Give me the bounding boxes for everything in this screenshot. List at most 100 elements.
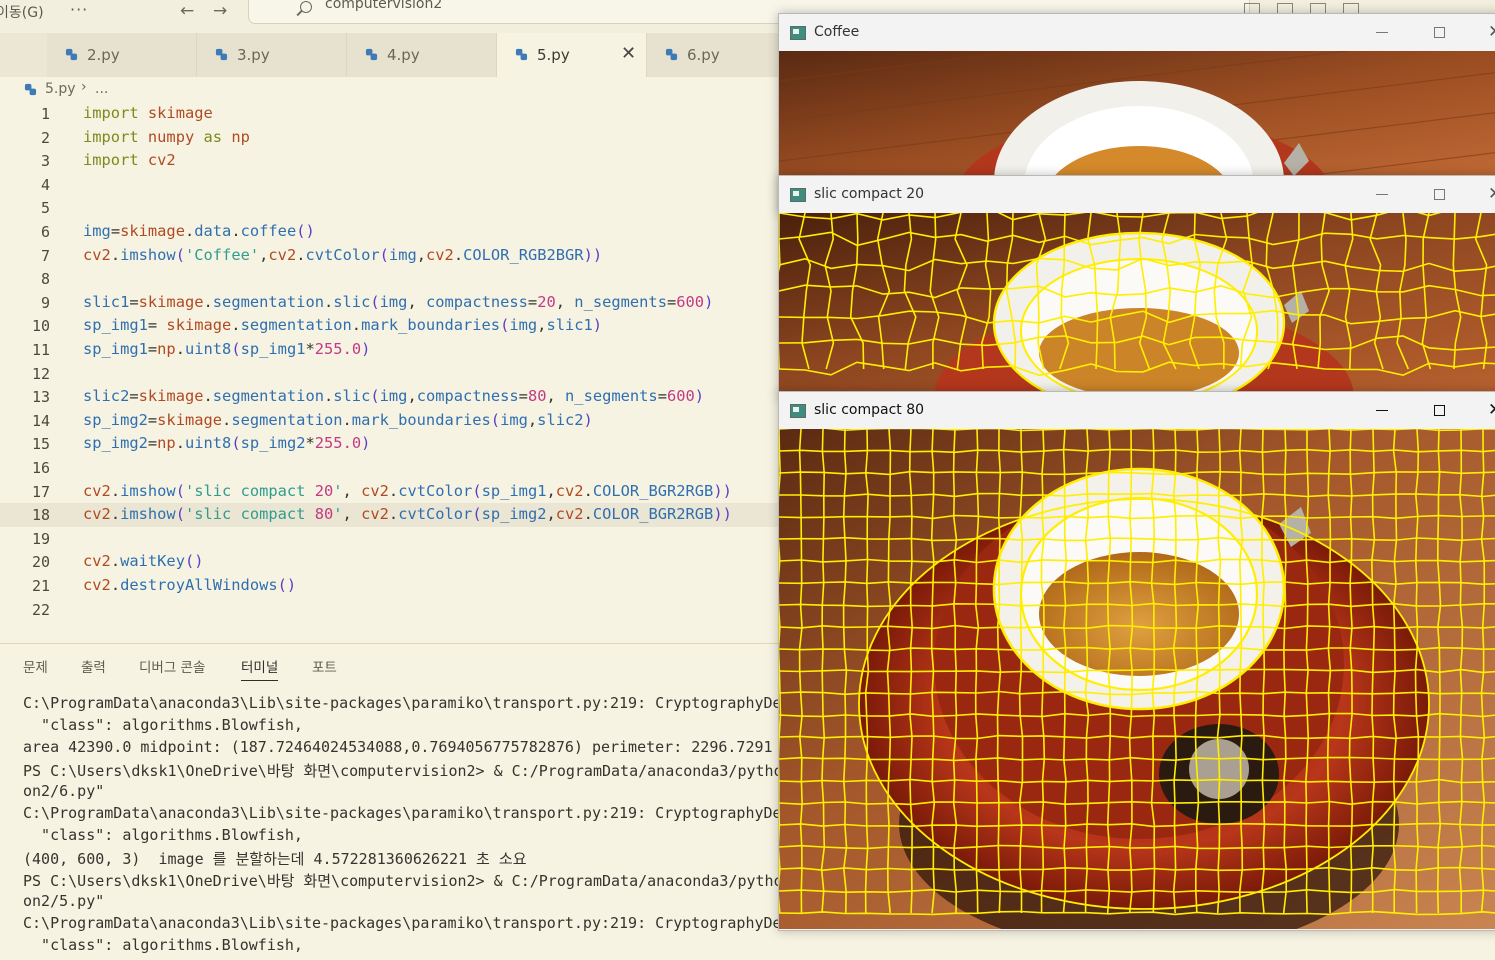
code-line[interactable]: 17 cv2.imshow('slic compact 20', cv2.cvtC… <box>0 480 780 504</box>
terminal-line: on2/5.py" <box>23 892 105 910</box>
window-title-bar[interactable]: slic compact 80 ✕ <box>779 392 1495 429</box>
terminal-output[interactable]: C:\ProgramData\anaconda3\Lib\site-packag… <box>23 694 783 960</box>
code-text: import numpy as np <box>83 127 250 146</box>
window-title-bar[interactable]: slic compact 20 ✕ <box>779 176 1495 213</box>
line-number: 22 <box>31 600 50 619</box>
code-editor[interactable]: 1 import skimage 2 import numpy as np 3 impor… <box>0 102 780 642</box>
window-app-icon <box>790 26 806 40</box>
code-line[interactable]: 13 slic2=skimage.segmentation.slic(img,co… <box>0 385 780 409</box>
close-icon[interactable]: ✕ <box>1488 184 1495 204</box>
python-file-icon <box>365 48 378 61</box>
window-title: Coffee <box>814 24 860 40</box>
tab-2py[interactable]: 2.py <box>47 33 197 77</box>
line-number: 18 <box>31 506 50 525</box>
code-line[interactable]: 7 cv2.imshow('Coffee',cv2.cvtColor(img,cv… <box>0 244 780 268</box>
minimize-icon[interactable] <box>1376 194 1388 196</box>
line-number: 13 <box>31 388 50 407</box>
code-text: sp_img1=np.uint8(sp_img1*255.0) <box>83 340 371 358</box>
forward-arrow-icon[interactable]: → <box>213 1 227 21</box>
code-line[interactable]: 6 img=skimage.data.coffee() <box>0 220 780 244</box>
line-number: 3 <box>40 152 50 171</box>
code-line[interactable]: 9 slic1=skimage.segmentation.slic(img, co… <box>0 291 780 315</box>
panel-tab-ports[interactable]: 포트 <box>312 656 337 676</box>
python-file-icon <box>24 83 37 96</box>
tab-label: 3.py <box>237 46 270 64</box>
close-icon[interactable]: ✕ <box>1488 400 1495 420</box>
cv-window-slic-compact-20[interactable]: slic compact 20 ✕ <box>778 175 1495 399</box>
code-text: cv2.imshow('slic compact 80', cv2.cvtCol… <box>83 505 732 524</box>
tab-label: 6.py <box>687 46 720 64</box>
window-app-icon <box>790 188 806 202</box>
editor-tab-bar: 2.py 3.py 4.py 5.py ✕ 6.py <box>0 33 781 77</box>
code-line[interactable]: 1 import skimage <box>0 102 780 126</box>
minimize-icon[interactable] <box>1376 410 1388 412</box>
line-number: 17 <box>31 482 50 501</box>
code-line[interactable]: 20 cv2.waitKey() <box>0 550 780 574</box>
line-number: 9 <box>40 293 50 312</box>
terminal-line: "class": algorithms.Blowfish, <box>23 716 303 734</box>
more-menu-button[interactable]: ··· <box>70 0 88 19</box>
line-number: 4 <box>40 175 50 194</box>
code-line[interactable]: 21 cv2.destroyAllWindows() <box>0 574 780 598</box>
tab-label: 4.py <box>387 46 420 64</box>
code-line[interactable]: 12 <box>0 362 780 386</box>
menu-go[interactable]: 이동(G) <box>0 2 44 22</box>
line-number: 15 <box>31 435 50 454</box>
minimize-icon[interactable] <box>1376 32 1388 34</box>
line-number: 7 <box>40 246 50 265</box>
code-line[interactable]: 19 <box>0 527 780 551</box>
breadcrumb-file[interactable]: 5.py <box>45 81 76 97</box>
python-file-icon <box>515 48 528 61</box>
back-arrow-icon[interactable]: ← <box>180 1 194 21</box>
tab-5py[interactable]: 5.py ✕ <box>497 33 647 77</box>
code-line[interactable]: 5 <box>0 196 780 220</box>
search-text: computervision2 <box>325 0 443 12</box>
terminal-line: "class": algorithms.Blowfish, <box>23 936 303 954</box>
code-line[interactable]: 11 sp_img1=np.uint8(sp_img1*255.0) <box>0 338 780 362</box>
maximize-icon[interactable] <box>1434 405 1445 416</box>
maximize-icon[interactable] <box>1434 27 1445 38</box>
terminal-line: PS C:\Users\dksk1\OneDrive\바탕 화면\compute… <box>23 762 783 780</box>
line-number: 8 <box>40 270 50 289</box>
panel-tab-debug-console[interactable]: 디버그 콘솔 <box>139 656 205 676</box>
close-icon[interactable]: ✕ <box>1488 22 1495 42</box>
line-number: 12 <box>31 364 50 383</box>
panel-tab-terminal[interactable]: 터미널 <box>241 656 279 681</box>
window-title-bar[interactable]: Coffee ✕ <box>779 14 1495 51</box>
line-number: 14 <box>31 411 50 430</box>
terminal-line: C:\ProgramData\anaconda3\Lib\site-packag… <box>23 694 783 712</box>
line-number: 1 <box>40 105 50 123</box>
cv-window-slic-compact-80[interactable]: slic compact 80 ✕ <box>778 391 1495 931</box>
code-line[interactable]: 4 <box>0 173 780 197</box>
code-line[interactable]: 16 <box>0 456 780 480</box>
close-icon[interactable]: ✕ <box>621 43 636 64</box>
code-line[interactable]: 8 <box>0 267 780 291</box>
breadcrumb: 5.py › ... <box>0 79 780 101</box>
code-line[interactable]: 15 sp_img2=np.uint8(sp_img2*255.0) <box>0 432 780 456</box>
code-line[interactable]: 10 sp_img1= skimage.segmentation.mark_bou… <box>0 314 780 338</box>
maximize-icon[interactable] <box>1434 189 1445 200</box>
breadcrumb-symbols[interactable]: ... <box>95 81 108 97</box>
code-line[interactable]: 14 sp_img2=skimage.segmentation.mark_boun… <box>0 409 780 433</box>
line-number: 5 <box>40 199 50 218</box>
tab-4py[interactable]: 4.py <box>347 33 497 77</box>
panel-tab-output[interactable]: 출력 <box>81 656 106 676</box>
code-line[interactable]: 18 cv2.imshow('slic compact 80', cv2.cvtC… <box>0 503 780 528</box>
window-title: slic compact 80 <box>814 402 925 418</box>
line-number: 21 <box>31 577 50 595</box>
code-text: cv2.destroyAllWindows() <box>83 576 297 594</box>
line-number: 16 <box>31 459 50 477</box>
tab-6py[interactable]: 6.py <box>647 33 781 77</box>
code-line[interactable]: 2 import numpy as np <box>0 126 780 150</box>
terminal-line: "class": algorithms.Blowfish, <box>23 826 303 844</box>
code-text: sp_img2=skimage.segmentation.mark_bounda… <box>83 410 593 429</box>
line-number: 11 <box>31 341 50 359</box>
tab-3py[interactable]: 3.py <box>197 33 347 77</box>
terminal-line: area 42390.0 midpoint: (187.724640245340… <box>23 738 773 756</box>
tab-label: 5.py <box>537 46 570 64</box>
code-text: cv2.imshow('Coffee',cv2.cvtColor(img,cv2… <box>83 245 603 264</box>
code-line[interactable]: 3 import cv2 <box>0 149 780 173</box>
code-text: cv2.waitKey() <box>83 552 204 571</box>
code-line[interactable]: 22 <box>0 598 780 622</box>
panel-tab-problems[interactable]: 문제 <box>23 656 48 676</box>
